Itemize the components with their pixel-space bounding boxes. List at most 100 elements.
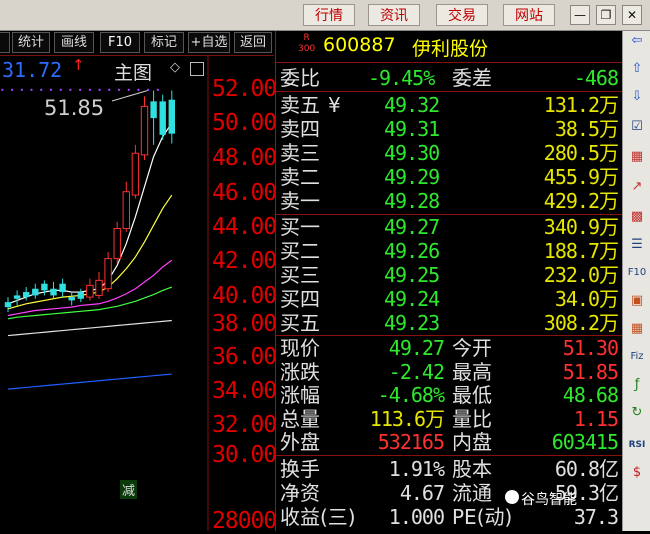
ask-row[interactable]: 卖三 49.30 280.5万	[276, 141, 622, 165]
wechat-logo-icon	[505, 490, 519, 504]
y-axis-tick-label: 46.00	[212, 180, 277, 206]
bid-volume: 308.2万	[543, 311, 619, 335]
y-axis-tick-label: 50.00	[212, 110, 277, 136]
kline-chart[interactable]: ••••••••••••••••• 31.72 ↑ 主图 ◇ 51.85 减 5…	[0, 56, 277, 534]
bid-row[interactable]: 买五 49.23 308.2万	[276, 311, 622, 335]
tab-website[interactable]: 网站	[503, 4, 555, 26]
ask-row[interactable]: 卖五 ¥49.32 131.2万	[276, 93, 622, 117]
stat-label: 最高	[452, 359, 492, 384]
arrow-up-icon[interactable]: ⇧	[627, 59, 647, 79]
y-axis-tick-label: 52.00	[212, 76, 277, 102]
ask-label: 卖五	[280, 93, 320, 117]
tab-market[interactable]: 行情	[303, 4, 355, 26]
stock-title: R 300 600887 伊利股份	[276, 31, 622, 61]
ask-volume: 429.2万	[543, 189, 619, 213]
picture-icon[interactable]: ▣	[627, 291, 647, 311]
list-icon[interactable]: ☰	[627, 235, 647, 255]
yuan-icon: ¥	[328, 93, 341, 117]
stat-label: 外盘	[280, 430, 320, 454]
stat-value: 51.85	[562, 359, 619, 384]
ask-price: 49.29	[384, 165, 440, 189]
ask-label: 卖二	[280, 165, 320, 189]
info-value: 1.000	[388, 505, 445, 529]
tab-trade[interactable]: 交易	[436, 4, 488, 26]
mark-button[interactable]: 标记	[144, 32, 184, 53]
ask-row[interactable]: 卖四 49.31 38.5万	[276, 117, 622, 141]
checklist-icon[interactable]: ☑	[627, 117, 647, 137]
info-value: 4.67	[399, 481, 445, 505]
candle-body	[150, 101, 157, 119]
arrow-down-icon[interactable]: ⇩	[627, 87, 647, 107]
candle-body	[122, 191, 130, 230]
r-badge-letter: R	[303, 33, 310, 43]
ma-line	[7, 319, 172, 337]
bid-price: 49.27	[384, 215, 440, 239]
ask-volume: 131.2万	[543, 93, 619, 117]
candle-body	[32, 288, 39, 296]
stat-row: 外盘 532165 内盘 603415	[276, 430, 622, 454]
top-menu-bar: 行情 资讯 交易 网站 — ❐ ✕	[0, 0, 650, 31]
candle-body	[131, 152, 140, 196]
grid-icon[interactable]: ▦	[627, 147, 647, 167]
info-value: 37.3	[573, 505, 619, 529]
side-toolbar: ⇦ ⇧ ⇩ ☑ ▦ ↗ ▩ ☰ F10 ▣ ▦ Fiz ƒ ↻ RSI $	[622, 31, 650, 531]
formula-icon[interactable]: ƒ	[627, 375, 647, 395]
ask-volume: 38.5万	[554, 117, 619, 141]
ask-price: 49.32	[384, 93, 440, 117]
toolbar-partial-button[interactable]	[0, 32, 10, 53]
stat-value: -2.42	[388, 359, 445, 384]
close-icon[interactable]: ✕	[622, 5, 642, 25]
reduce-label[interactable]: 减	[120, 480, 138, 499]
bid-price: 49.24	[384, 287, 440, 311]
main-chart-label[interactable]: 主图	[114, 58, 152, 85]
back-button[interactable]: 返回	[234, 32, 272, 53]
y-axis-tick-label: 30.00	[212, 442, 277, 468]
ask-price: 49.31	[384, 117, 440, 141]
draw-line-button[interactable]: 画线	[54, 32, 94, 53]
watermark: 谷鸟智能	[521, 492, 577, 508]
ask-volume: 455.9万	[543, 165, 619, 189]
bid-row[interactable]: 买三 49.25 232.0万	[276, 263, 622, 287]
stat-label: 最低	[452, 383, 492, 407]
tab-news[interactable]: 资讯	[368, 4, 420, 26]
bid-row[interactable]: 买二 49.26 188.7万	[276, 239, 622, 263]
arrow-left-icon[interactable]: ⇦	[627, 31, 647, 51]
dollar-icon[interactable]: $	[627, 463, 647, 483]
line-chart-icon[interactable]: ↗	[627, 177, 647, 197]
ask-label: 卖三	[280, 141, 320, 165]
diamond-icon[interactable]: ◇	[170, 60, 180, 75]
ask-price: 49.28	[384, 189, 440, 213]
bid-volume: 340.9万	[543, 215, 619, 239]
rsi-icon[interactable]: RSI	[627, 435, 647, 455]
refresh-icon[interactable]: ↻	[627, 403, 647, 423]
restore-icon[interactable]: ❐	[596, 5, 616, 25]
weibi-row: 委比 -9.45% 委差 -468	[276, 66, 622, 90]
y-axis-tick-label: 28000	[212, 508, 277, 534]
stats-button[interactable]: 统计	[12, 32, 50, 53]
minimize-icon[interactable]: —	[570, 5, 590, 25]
y-axis-tick-label: 40.00	[212, 283, 277, 309]
y-axis-tick-label: 38.00	[212, 311, 277, 337]
f10-button[interactable]: F10	[100, 32, 140, 53]
ask-row[interactable]: 卖二 49.29 455.9万	[276, 165, 622, 189]
checkbox-icon[interactable]	[190, 62, 204, 76]
ask-row[interactable]: 卖一 49.28 429.2万	[276, 189, 622, 213]
quote-panel: R 300 600887 伊利股份 委比 -9.45% 委差 -468 卖五 ¥4…	[275, 31, 622, 531]
bid-row[interactable]: 买四 49.24 34.0万	[276, 287, 622, 311]
stat-value: 603415	[551, 430, 619, 454]
stock-name: 伊利股份	[412, 38, 489, 60]
index-badge: R 300	[298, 33, 315, 55]
f10-icon[interactable]: F10	[627, 263, 647, 283]
stat-value: 532165	[377, 430, 445, 454]
y-axis-tick-label: 44.00	[212, 214, 277, 240]
stat-row: 总量 113.6万 量比 1.15	[276, 407, 622, 431]
stat-value: 49.27	[388, 336, 445, 360]
bookmark-icon[interactable]: ▦	[627, 319, 647, 339]
stat-row: 涨跌 -2.42 最高 51.85	[276, 360, 622, 384]
fiz-icon[interactable]: Fiz	[627, 347, 647, 367]
add-watchlist-button[interactable]: +自选	[188, 32, 230, 53]
y-axis-tick-label: 42.00	[212, 248, 277, 274]
stat-value: -4.68%	[377, 383, 445, 407]
bid-row[interactable]: 买一 49.27 340.9万	[276, 215, 622, 239]
candle-icon[interactable]: ▩	[627, 207, 647, 227]
